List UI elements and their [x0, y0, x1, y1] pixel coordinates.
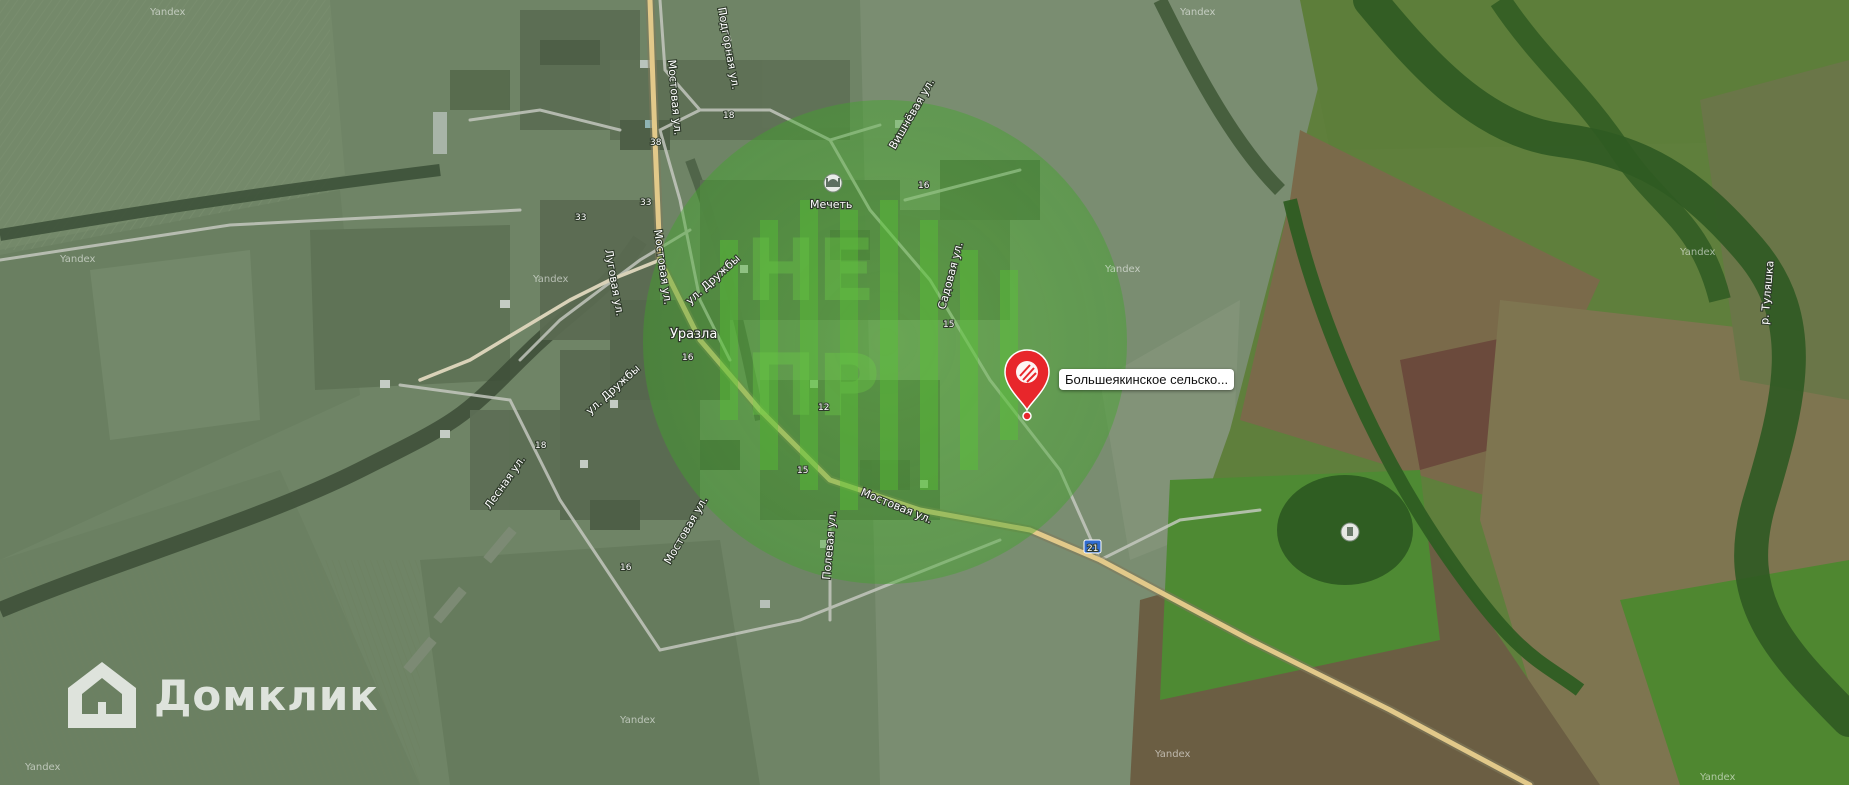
marker-label[interactable]: Большеякинское сельско... [1059, 369, 1235, 390]
brand-name: Домклик [154, 670, 379, 720]
road-shield-number: 21 [1087, 544, 1098, 554]
svg-text:ПР: ПР [745, 336, 880, 436]
watermark: Yandex [1699, 772, 1736, 783]
svg-text:НЕ: НЕ [745, 221, 876, 321]
watermark: Yandex [1104, 264, 1141, 275]
poi-label: Мечеть [810, 198, 852, 211]
house-logo-icon [68, 662, 136, 728]
map-view[interactable]: НЕ ПР Мостовая ул. Мостовая ул. Мостовая… [0, 0, 1849, 785]
watermark: Yandex [1154, 749, 1191, 760]
watermark: Yandex [1179, 7, 1216, 18]
house-number: 33 [575, 213, 586, 223]
watermark: Yandex [59, 254, 96, 265]
house-number: 18 [723, 111, 735, 121]
house-number: 15 [943, 320, 954, 330]
house-number: 12 [818, 403, 829, 413]
house-number: 16 [918, 181, 930, 191]
watermark: Yandex [1679, 247, 1716, 258]
house-number: 38 [650, 138, 662, 148]
watermark: Yandex [149, 7, 186, 18]
marker-label-text: Большеякинское сельско... [1065, 372, 1229, 387]
domclick-logo: Домклик [64, 658, 379, 732]
monument-icon [1340, 522, 1360, 542]
place-label: Уразла [670, 327, 717, 342]
watermark: Yandex [619, 715, 656, 726]
watermark: Yandex [532, 274, 569, 285]
house-number: 16 [620, 563, 632, 573]
house-number: 18 [535, 441, 547, 451]
house-number: 33 [640, 198, 651, 208]
house-number: 15 [797, 466, 808, 476]
verification-stamp: НЕ ПР [643, 100, 1127, 584]
mosque-icon [823, 173, 843, 193]
watermark: Yandex [24, 762, 61, 773]
house-number: 16 [682, 353, 694, 363]
